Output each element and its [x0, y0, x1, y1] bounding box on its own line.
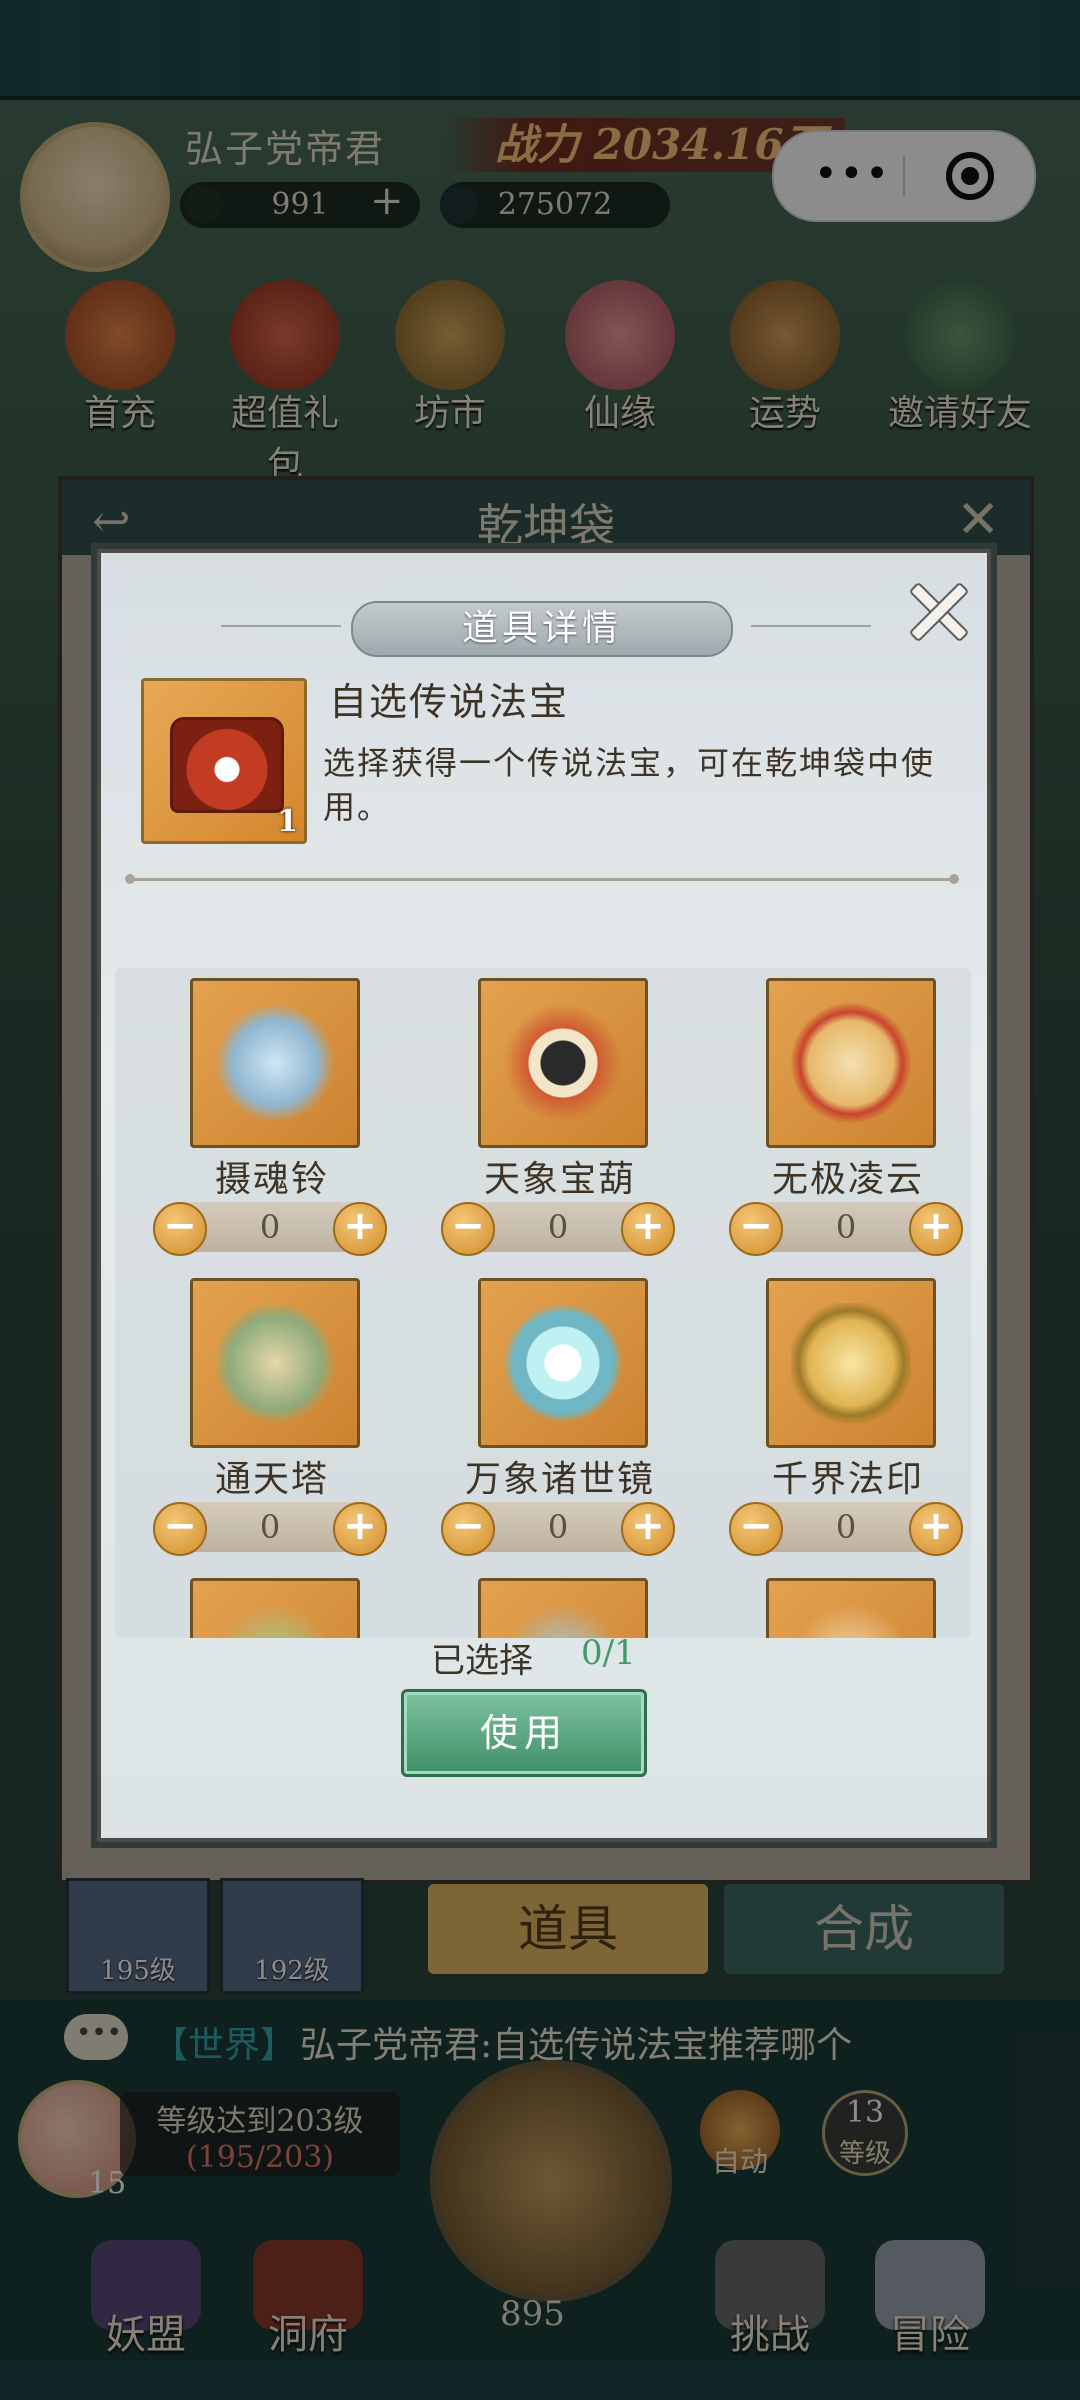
option-name: 通天塔	[214, 1459, 329, 1500]
quantity-value[interactable]: 0	[779, 1202, 913, 1252]
selected-label: 已选择	[431, 1641, 533, 1681]
title-line-right	[751, 625, 871, 627]
quantity-stepper: − 0 +	[729, 1202, 963, 1256]
decrease-button[interactable]: −	[729, 1202, 783, 1256]
item-detail-modal: 道具详情 1 自选传说法宝 选择获得一个传说法宝，可在乾坤袋中使用。 摄魂铃 −…	[97, 549, 991, 1842]
increase-button[interactable]: +	[909, 1502, 963, 1556]
decrease-button[interactable]: −	[153, 1202, 207, 1256]
option-name: 摄魂铃	[214, 1159, 329, 1200]
quantity-value[interactable]: 0	[491, 1202, 625, 1252]
quantity-stepper: − 0 +	[441, 1502, 675, 1556]
increase-button[interactable]: +	[333, 1502, 387, 1556]
treasure-icon[interactable]	[190, 1578, 360, 1638]
item-count: 1	[277, 804, 298, 839]
item-chest-icon: 1	[141, 678, 307, 844]
modal-title: 道具详情	[351, 601, 733, 657]
option-card[interactable]: 万象诸世镜 − 0 +	[423, 1268, 683, 1558]
quantity-value[interactable]: 0	[203, 1202, 337, 1252]
title-line-left	[221, 625, 341, 627]
decrease-button[interactable]: −	[441, 1502, 495, 1556]
option-name: 万象诸世镜	[464, 1459, 655, 1500]
close-icon[interactable]	[901, 575, 971, 645]
treasure-icon[interactable]	[766, 1578, 936, 1638]
option-name: 无极凌云	[771, 1159, 924, 1200]
mirror-icon[interactable]	[478, 1278, 648, 1448]
quantity-value[interactable]: 0	[203, 1502, 337, 1552]
quantity-stepper: − 0 +	[153, 1502, 387, 1556]
treasure-chest-icon	[170, 717, 284, 813]
option-card[interactable]	[423, 1568, 683, 1638]
decrease-button[interactable]: −	[729, 1502, 783, 1556]
soul-bell-icon[interactable]	[190, 978, 360, 1148]
use-button[interactable]: 使用	[401, 1689, 647, 1777]
selected-count: 0/1	[581, 1633, 636, 1673]
decrease-button[interactable]: −	[153, 1502, 207, 1556]
option-card[interactable]: 千界法印 − 0 +	[711, 1268, 971, 1558]
option-card[interactable]: 摄魂铃 − 0 +	[135, 968, 395, 1258]
item-name: 自选传说法宝	[329, 680, 570, 724]
option-card[interactable]: 通天塔 − 0 +	[135, 1268, 395, 1558]
option-card[interactable]	[711, 1568, 971, 1638]
item-description: 选择获得一个传说法宝，可在乾坤袋中使用。	[323, 744, 936, 826]
option-card[interactable]	[135, 1568, 395, 1638]
quantity-value[interactable]: 0	[491, 1502, 625, 1552]
cloud-orb-icon[interactable]	[766, 978, 936, 1148]
treasure-icon[interactable]	[478, 1578, 648, 1638]
quantity-value[interactable]: 0	[779, 1502, 913, 1552]
option-card[interactable]: 无极凌云 − 0 +	[711, 968, 971, 1258]
increase-button[interactable]: +	[909, 1202, 963, 1256]
increase-button[interactable]: +	[333, 1202, 387, 1256]
quantity-stepper: − 0 +	[153, 1202, 387, 1256]
option-name: 千界法印	[771, 1459, 924, 1500]
pagoda-icon[interactable]	[190, 1278, 360, 1448]
increase-button[interactable]: +	[621, 1502, 675, 1556]
option-card[interactable]: 天象宝葫 − 0 +	[423, 968, 683, 1258]
seal-icon[interactable]	[766, 1278, 936, 1448]
option-name: 天象宝葫	[483, 1159, 636, 1200]
option-grid[interactable]: 摄魂铃 − 0 + 天象宝葫 − 0 + 无极凌云 − 0 + 通天塔 − 0 …	[115, 968, 971, 1638]
increase-button[interactable]: +	[621, 1202, 675, 1256]
decrease-button[interactable]: −	[441, 1202, 495, 1256]
divider	[125, 874, 959, 884]
gourd-icon[interactable]	[478, 978, 648, 1148]
quantity-stepper: − 0 +	[441, 1202, 675, 1256]
quantity-stepper: − 0 +	[729, 1502, 963, 1556]
